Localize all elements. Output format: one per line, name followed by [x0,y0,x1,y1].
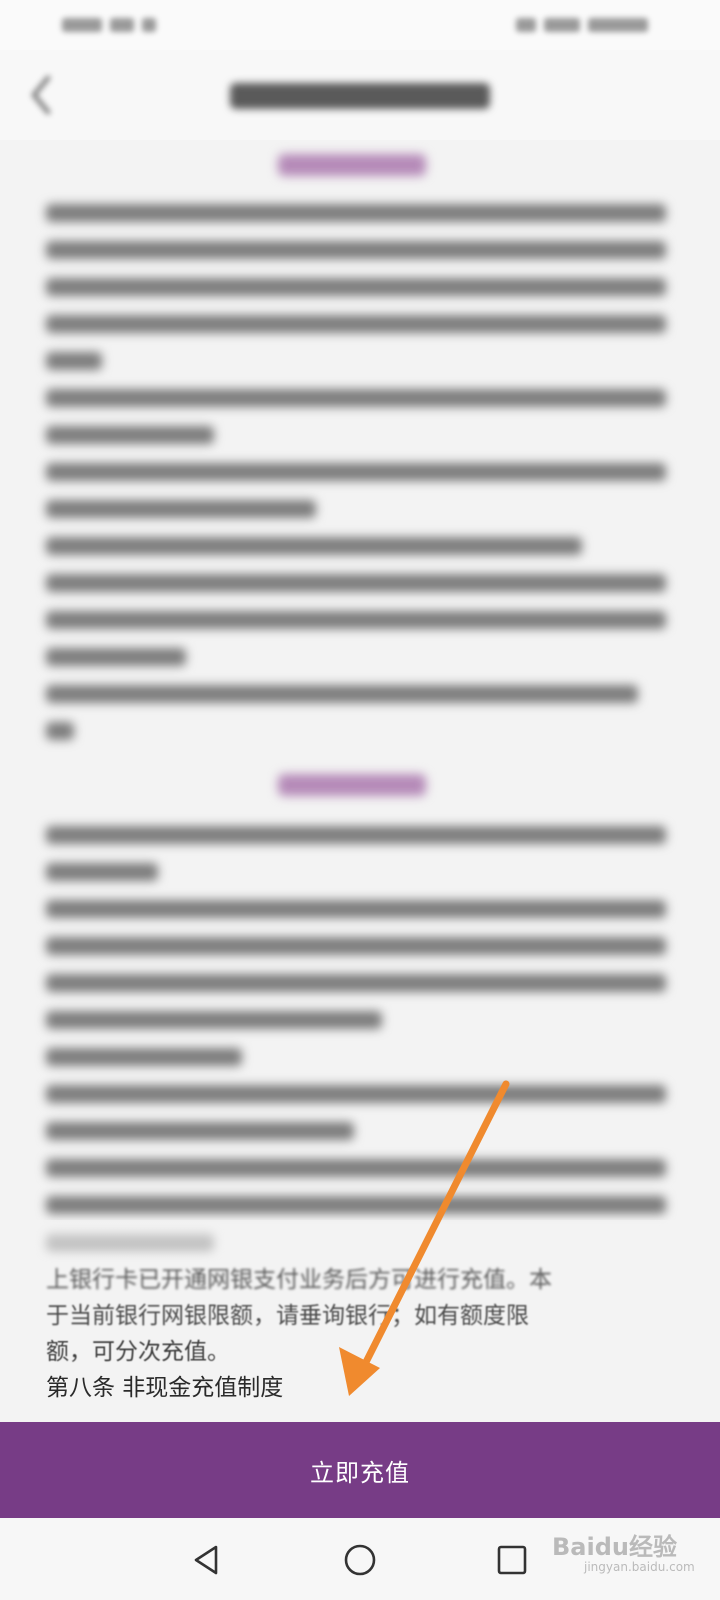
chevron-left-icon [31,75,51,115]
recharge-now-button[interactable]: 立即充值 [0,1422,720,1518]
text-line [46,722,74,740]
nav-back-button[interactable] [182,1536,230,1584]
text-line [46,900,666,918]
text-line [46,1122,354,1140]
baidu-jingyan-watermark: Baidu经验 jingyan.baidu.com [552,1525,702,1585]
section-heading-1 [278,154,426,176]
section-heading-2 [278,774,426,796]
text-line [46,574,666,592]
text-line [46,1196,666,1214]
text-line [46,278,666,296]
text-line [46,611,666,629]
article-eight-heading: 第八条 非现金充值制度 [46,1375,284,1401]
text-line [46,463,666,481]
nav-recents-button[interactable] [488,1536,536,1584]
text-line [46,1233,214,1251]
back-button[interactable] [22,70,62,120]
text-line [46,389,666,407]
status-bar [0,0,720,50]
square-recents-icon [497,1545,527,1575]
agreement-text-line: 上银行卡已开通网银支付业务后方可进行充值。本 [46,1267,552,1293]
text-line [46,1011,382,1029]
triangle-back-icon [194,1545,218,1575]
nav-home-button[interactable] [336,1536,384,1584]
text-line [46,1159,666,1177]
watermark-url: jingyan.baidu.com [584,1560,695,1574]
agreement-text-line: 于当前银行网银限额，请垂询银行；如有额度限 [46,1303,529,1329]
status-signal-indicators [62,14,192,36]
text-line [46,500,316,518]
text-line [46,315,666,333]
circle-home-icon [344,1544,376,1576]
text-line [46,241,666,259]
text-line [46,537,582,555]
page-title-blurred [210,78,510,114]
text-line [46,352,102,370]
text-line [46,204,666,222]
text-line [46,863,158,881]
agreement-content[interactable]: 上银行卡已开通网银支付业务后方可进行充值。本 于当前银行网银限额，请垂询银行；如… [0,140,720,1422]
text-line [46,826,666,844]
text-line [46,974,666,992]
text-line [46,426,214,444]
status-system-indicators [516,14,686,36]
text-line [46,1085,666,1103]
text-line [46,685,638,703]
recharge-now-label: 立即充值 [310,1458,410,1487]
agreement-text-line: 额，可分次充值。 [46,1339,230,1365]
blurred-agreement-text [0,140,720,1290]
page-header [0,50,720,140]
watermark-brand: Baidu经验 [552,1533,677,1561]
text-line [46,1048,242,1066]
text-line [46,648,186,666]
text-line [46,937,666,955]
